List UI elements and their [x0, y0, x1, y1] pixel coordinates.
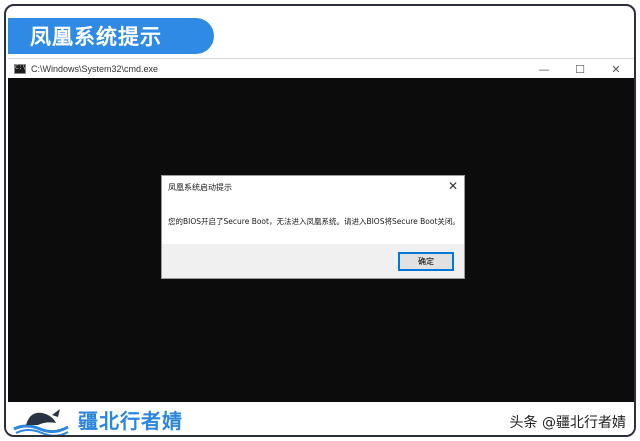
console-area[interactable]: 凤凰系统启动提示 ✕ 您的BIOS开启了Secure Boot，无法进入凤凰系统… — [8, 78, 634, 402]
watermark-text: 头条 @疆北行者婧 — [509, 415, 626, 431]
dialog-button-bar: 确定 — [162, 244, 464, 278]
cmd-titlebar[interactable]: C:\ C:\Windows\System32\cmd.exe — ☐ ✕ — [8, 58, 634, 78]
brand-name: 疆北行者婧 — [78, 409, 183, 433]
cmd-icon: C:\ — [14, 63, 26, 74]
dialog-close-icon[interactable]: ✕ — [448, 179, 458, 193]
close-button[interactable]: ✕ — [598, 59, 634, 79]
whale-logo-icon — [13, 409, 69, 435]
boot-warning-dialog: 凤凰系统启动提示 ✕ 您的BIOS开启了Secure Boot，无法进入凤凰系统… — [161, 175, 465, 279]
dialog-title: 凤凰系统启动提示 — [168, 183, 232, 192]
window-controls: — ☐ ✕ — [526, 59, 634, 79]
ok-button[interactable]: 确定 — [398, 252, 454, 271]
footer-bar: 疆北行者婧 头条 @疆北行者婧 — [6, 402, 634, 435]
banner-title: 凤凰系统提示 — [8, 18, 214, 54]
dialog-message: 您的BIOS开启了Secure Boot，无法进入凤凰系统。请进入BIOS将Se… — [168, 217, 460, 226]
cmd-window-title: C:\Windows\System32\cmd.exe — [31, 63, 159, 74]
maximize-button[interactable]: ☐ — [562, 59, 598, 79]
minimize-button[interactable]: — — [526, 59, 562, 79]
article-frame: 凤凰系统提示 C:\ C:\Windows\System32\cmd.exe —… — [4, 4, 636, 437]
